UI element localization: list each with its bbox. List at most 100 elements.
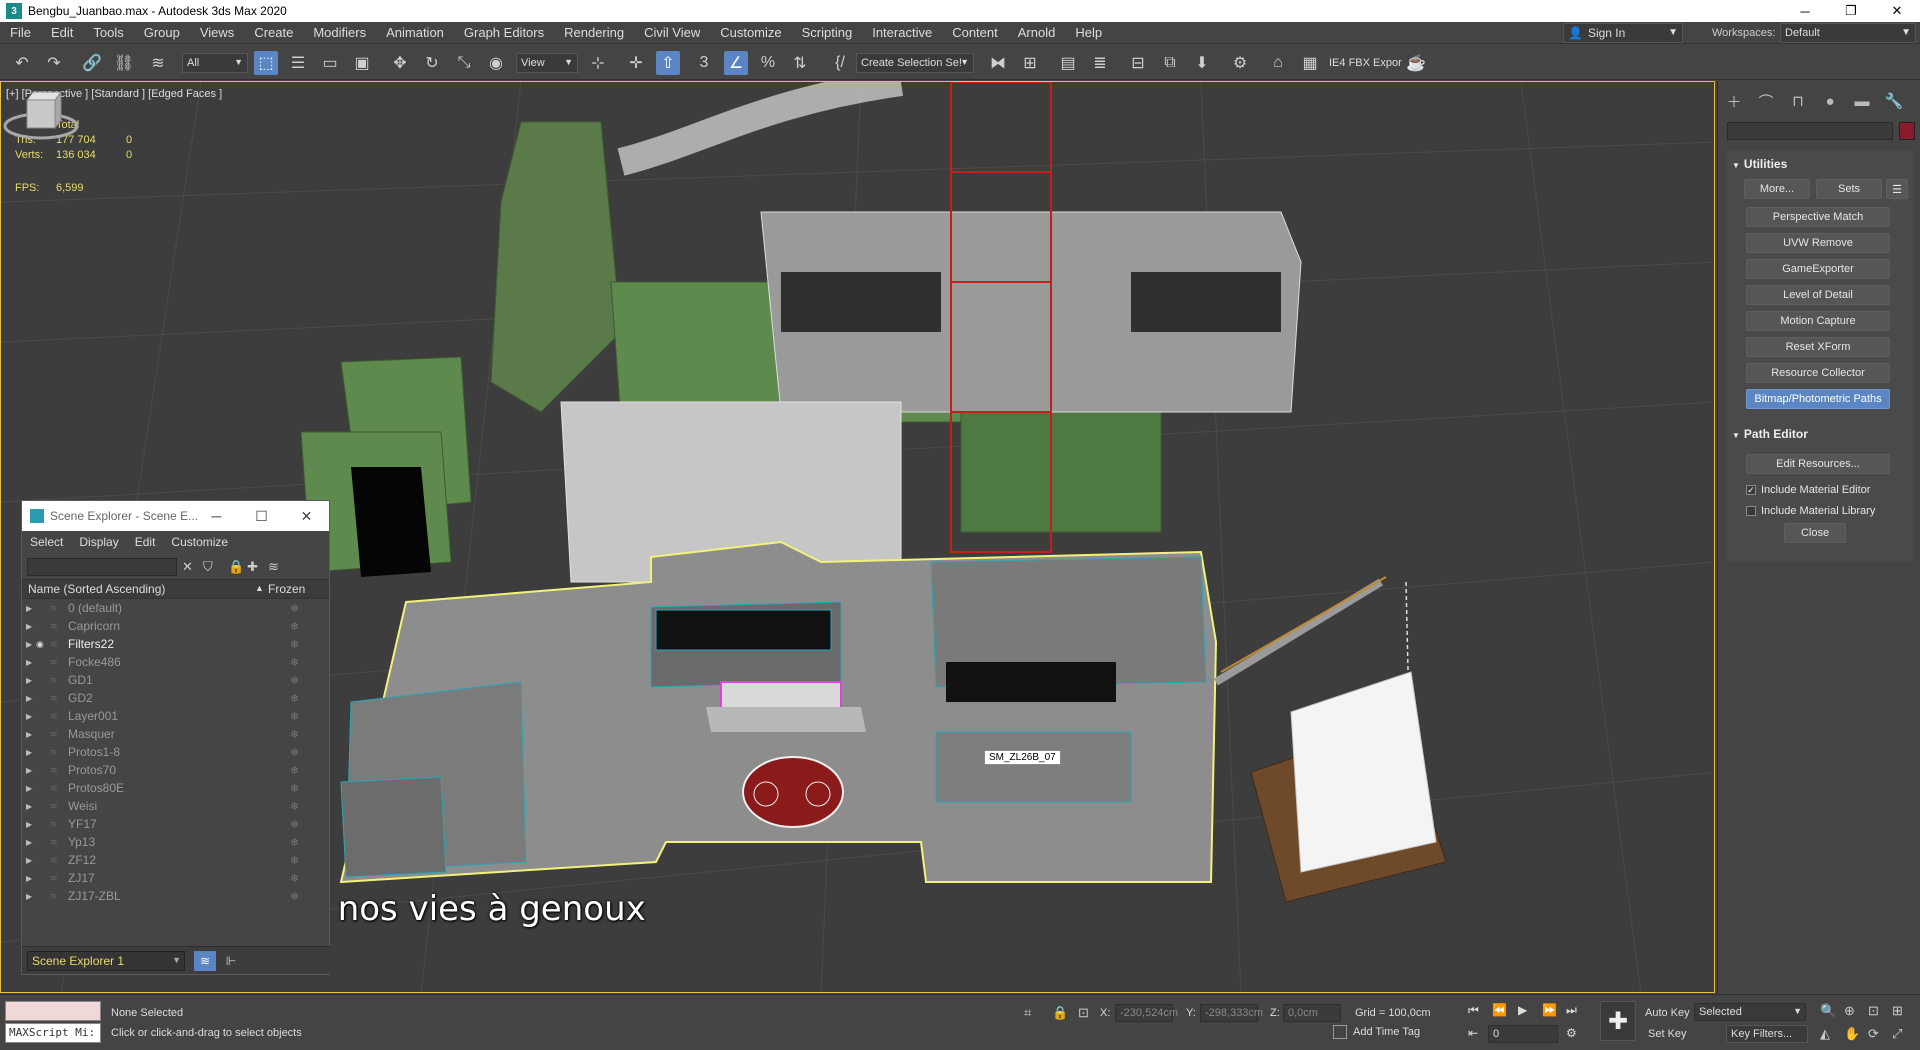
menu-graph-editors[interactable]: Graph Editors xyxy=(454,25,554,40)
layer-row[interactable]: ▶ ◌ ≋ Protos1-8 ❄ xyxy=(22,743,329,761)
include-material-library-checkbox[interactable]: Include Material Library xyxy=(1746,505,1875,517)
workspaces-select[interactable]: Default ▼ xyxy=(1780,23,1916,43)
link-icon[interactable]: 🔗 xyxy=(80,51,104,75)
visibility-eye-icon[interactable]: ◌ xyxy=(36,621,50,631)
percent-snap-icon[interactable]: % xyxy=(756,51,780,75)
menu-animation[interactable]: Animation xyxy=(376,25,454,40)
more-button[interactable]: More... xyxy=(1744,179,1810,199)
selection-lock-icon[interactable]: 🔒 xyxy=(1052,1005,1068,1021)
visibility-eye-icon[interactable]: ◌ xyxy=(36,819,50,829)
motion-capture-button[interactable]: Motion Capture xyxy=(1746,311,1890,331)
expand-arrow-icon[interactable]: ▶ xyxy=(22,694,36,703)
se-menu-display[interactable]: Display xyxy=(79,535,118,549)
expand-arrow-icon[interactable]: ▶ xyxy=(22,766,36,775)
layer-row[interactable]: ▶ ◌ ≋ ZF12 ❄ xyxy=(22,851,329,869)
rectangular-selection-icon[interactable]: ▭ xyxy=(318,51,342,75)
layer-row[interactable]: ▶ ◌ ≋ ZJ17-ZBL ❄ xyxy=(22,887,329,905)
key-selection-dropdown[interactable]: Selected ▼ xyxy=(1694,1003,1806,1021)
filter-icon[interactable]: ⛉ xyxy=(203,559,213,575)
material-editor-icon[interactable]: ⬇ xyxy=(1190,51,1214,75)
resource-collector-button[interactable]: Resource Collector xyxy=(1746,363,1890,383)
angle-snap-icon[interactable]: ∠ xyxy=(724,51,748,75)
visibility-eye-icon[interactable]: ◌ xyxy=(36,837,50,847)
menu-customize[interactable]: Customize xyxy=(710,25,791,40)
frozen-snowflake-icon[interactable]: ❄ xyxy=(290,710,299,723)
display-tab-icon[interactable]: ▬ xyxy=(1846,93,1878,110)
zoom-all-icon[interactable]: ⊕ xyxy=(1844,1003,1855,1019)
layer-row[interactable]: ▶ ◌ ≋ Focke486 ❄ xyxy=(22,653,329,671)
menu-modifiers[interactable]: Modifiers xyxy=(303,25,376,40)
clear-search-icon[interactable]: ✕ xyxy=(182,559,193,575)
frozen-snowflake-icon[interactable]: ❄ xyxy=(290,872,299,885)
layer-stack-icon[interactable]: ≋ xyxy=(268,559,279,575)
key-filters-button[interactable]: Key Filters... xyxy=(1726,1025,1808,1043)
menu-create[interactable]: Create xyxy=(244,25,303,40)
expand-arrow-icon[interactable]: ▶ xyxy=(22,874,36,883)
sort-by-layer-icon[interactable]: ≋ xyxy=(194,951,216,971)
expand-arrow-icon[interactable]: ▶ xyxy=(22,784,36,793)
expand-arrow-icon[interactable]: ▶ xyxy=(22,748,36,757)
absolute-mode-icon[interactable]: ⊡ xyxy=(1078,1005,1089,1021)
maxscript-listener-output[interactable] xyxy=(5,1001,101,1021)
reset-xform-button[interactable]: Reset XForm xyxy=(1746,337,1890,357)
visibility-eye-icon[interactable]: ◌ xyxy=(36,711,50,721)
expand-arrow-icon[interactable]: ▶ xyxy=(22,820,36,829)
expand-arrow-icon[interactable]: ▶ xyxy=(22,802,36,811)
frozen-snowflake-icon[interactable]: ❄ xyxy=(290,890,299,903)
visibility-eye-icon[interactable]: ◉ xyxy=(36,639,50,650)
layer-row[interactable]: ▶ ◌ ≋ Yp13 ❄ xyxy=(22,833,329,851)
current-frame-field[interactable]: 0 xyxy=(1488,1025,1558,1043)
utilities-rollout-title[interactable]: ▼ Utilities xyxy=(1732,157,1787,171)
maxscript-mini-listener[interactable]: MAXScript Mi: xyxy=(5,1023,101,1043)
layer-row[interactable]: ▶ ◌ ≋ ZJ17 ❄ xyxy=(22,869,329,887)
visibility-eye-icon[interactable]: ◌ xyxy=(36,657,50,667)
go-to-end-icon[interactable]: ⏭ xyxy=(1566,1003,1577,1018)
visibility-eye-icon[interactable]: ◌ xyxy=(36,891,50,901)
layer-row[interactable]: ▶ ◌ ≋ Weisi ❄ xyxy=(22,797,329,815)
selection-filter-dropdown[interactable]: All ▼ xyxy=(182,53,248,73)
frozen-snowflake-icon[interactable]: ❄ xyxy=(290,746,299,759)
menu-rendering[interactable]: Rendering xyxy=(554,25,634,40)
set-key-button[interactable]: Set Key xyxy=(1648,1028,1687,1040)
create-tab-icon[interactable]: ＋ xyxy=(1718,91,1750,112)
column-name-header[interactable]: Name (Sorted Ascending) xyxy=(22,582,165,596)
menu-edit[interactable]: Edit xyxy=(41,25,83,40)
toggle-ribbon-icon[interactable]: ≣ xyxy=(1088,51,1112,75)
bind-space-warp-icon[interactable]: ≋ xyxy=(146,51,170,75)
close-button[interactable]: ✕ xyxy=(284,501,329,531)
time-configuration-icon[interactable]: ⚙ xyxy=(1566,1026,1577,1040)
maximize-button[interactable]: ☐ xyxy=(239,501,284,531)
visibility-eye-icon[interactable]: ◌ xyxy=(36,693,50,703)
lock-icon[interactable]: 🔒 xyxy=(228,559,244,575)
zoom-icon[interactable]: 🔍 xyxy=(1820,1003,1836,1019)
se-menu-select[interactable]: Select xyxy=(30,535,63,549)
rotate-icon[interactable]: ↻ xyxy=(420,51,444,75)
visibility-eye-icon[interactable]: ◌ xyxy=(36,765,50,775)
scene-explorer-title-bar[interactable]: Scene Explorer - Scene E... ─ ☐ ✕ xyxy=(22,501,329,531)
edit-resources-button[interactable]: Edit Resources... xyxy=(1746,454,1890,474)
sort-by-hierarchy-icon[interactable]: ⊩ xyxy=(220,951,242,971)
mirror-icon[interactable]: ⧓ xyxy=(986,51,1010,75)
spinner-snap-icon[interactable]: ⇅ xyxy=(788,51,812,75)
expand-arrow-icon[interactable]: ▶ xyxy=(22,730,36,739)
visibility-eye-icon[interactable]: ◌ xyxy=(36,783,50,793)
layer-row[interactable]: ▶ ◌ ≋ Layer001 ❄ xyxy=(22,707,329,725)
motion-tab-icon[interactable]: ● xyxy=(1814,93,1846,110)
expand-arrow-icon[interactable]: ▶ xyxy=(22,604,36,613)
minimize-button[interactable]: ─ xyxy=(1782,0,1828,22)
sets-button[interactable]: Sets xyxy=(1816,179,1882,199)
select-manipulate-icon[interactable]: ✛ xyxy=(624,51,648,75)
se-menu-customize[interactable]: Customize xyxy=(171,535,228,549)
level-of-detail-button[interactable]: Level of Detail xyxy=(1746,285,1890,305)
undo-icon[interactable]: ↶ xyxy=(10,51,34,75)
close-path-editor-button[interactable]: Close xyxy=(1784,523,1846,543)
restore-button[interactable]: ❐ xyxy=(1828,0,1874,22)
gameexporter-button[interactable]: GameExporter xyxy=(1746,259,1890,279)
frozen-snowflake-icon[interactable]: ❄ xyxy=(290,782,299,795)
auto-key-button[interactable]: Auto Key xyxy=(1645,1007,1690,1019)
frozen-snowflake-icon[interactable]: ❄ xyxy=(290,728,299,741)
curve-editor-icon[interactable]: ⊟ xyxy=(1126,51,1150,75)
expand-arrow-icon[interactable]: ▶ xyxy=(22,712,36,721)
render-setup-icon[interactable]: ⚙ xyxy=(1228,51,1252,75)
menu-help[interactable]: Help xyxy=(1065,25,1112,40)
